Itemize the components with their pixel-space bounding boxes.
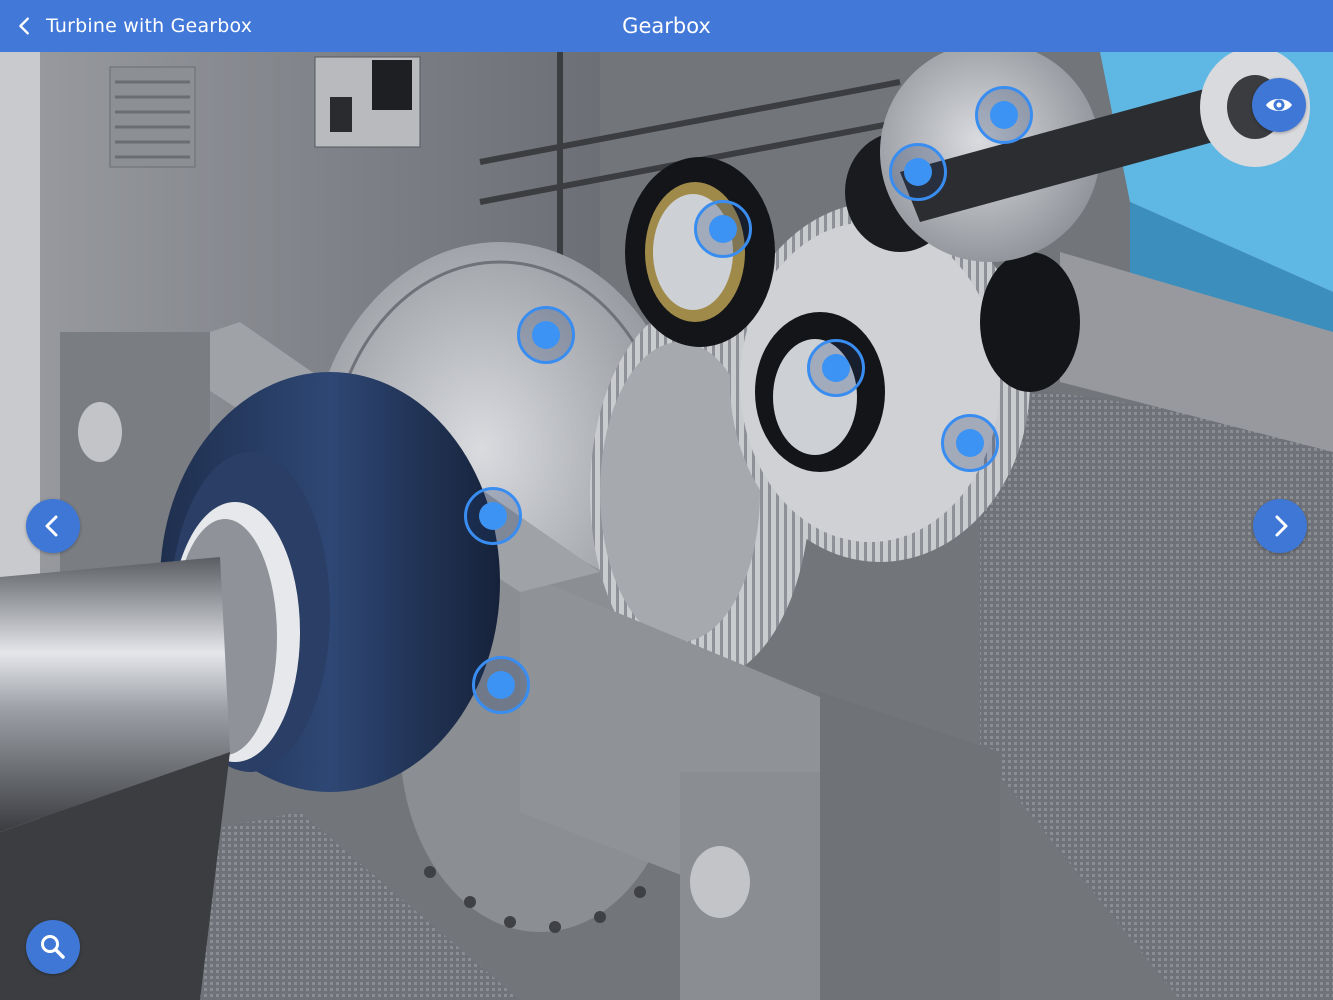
3d-gearbox-viewport[interactable] — [0, 52, 1333, 1000]
back-button[interactable]: Turbine with Gearbox — [14, 0, 252, 52]
hotspot-coupling[interactable] — [472, 656, 530, 714]
top-navigation-bar: Turbine with Gearbox Gearbox — [0, 0, 1333, 52]
next-view-button[interactable] — [1253, 499, 1307, 553]
chevron-left-icon — [19, 17, 29, 35]
chevron-left-icon — [45, 515, 58, 537]
page-title: Gearbox — [622, 14, 711, 38]
visibility-toggle-button[interactable] — [1252, 78, 1306, 132]
hotspot-main-bearing[interactable] — [464, 487, 522, 545]
hotspot-large-gear[interactable] — [941, 414, 999, 472]
hotspot-top-shaft-disc[interactable] — [975, 86, 1033, 144]
magnifier-icon — [41, 935, 65, 959]
hotspot-middle-bearing[interactable] — [807, 339, 865, 397]
gearbox-model-render — [0, 52, 1333, 1000]
hotspot-flange[interactable] — [517, 306, 575, 364]
previous-view-button[interactable] — [26, 499, 80, 553]
hotspot-upper-bearing[interactable] — [694, 200, 752, 258]
chevron-right-icon — [1275, 515, 1288, 537]
eye-icon — [1266, 99, 1292, 111]
back-button-label: Turbine with Gearbox — [46, 15, 253, 37]
search-button[interactable] — [26, 920, 80, 974]
hotspot-top-bearing[interactable] — [889, 143, 947, 201]
